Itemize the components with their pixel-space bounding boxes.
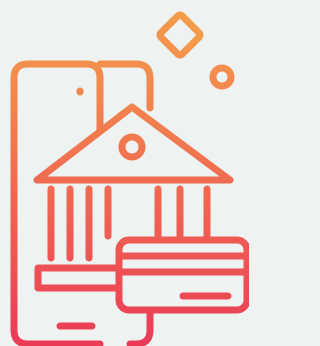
- mobile-banking-icon: [10, 11, 249, 346]
- bank-building-icon: [33, 103, 234, 292]
- circle-shape-icon: [209, 64, 235, 90]
- diamond-shape-icon: [156, 11, 204, 59]
- mobile-banking-illustration: [0, 0, 249, 346]
- credit-card-icon: [115, 236, 249, 314]
- bank-emblem-icon: [118, 133, 146, 161]
